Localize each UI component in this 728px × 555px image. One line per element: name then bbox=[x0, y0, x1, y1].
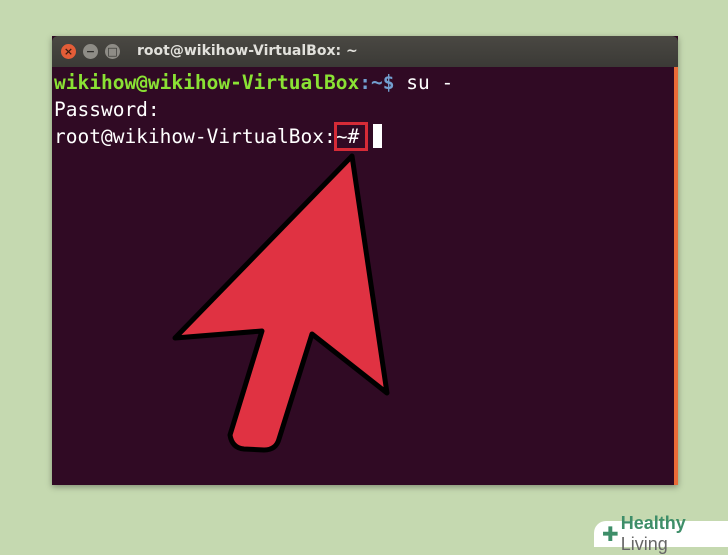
plus-icon: ✚ bbox=[602, 522, 619, 546]
healthy-living-logo: ✚ Healthy Living bbox=[594, 513, 728, 554]
logo-text: Healthy Living bbox=[621, 513, 720, 555]
pointer-arrow-icon bbox=[172, 153, 390, 453]
logo-suffix: Living bbox=[620, 534, 668, 554]
logo-brand: Healthy bbox=[620, 513, 686, 533]
